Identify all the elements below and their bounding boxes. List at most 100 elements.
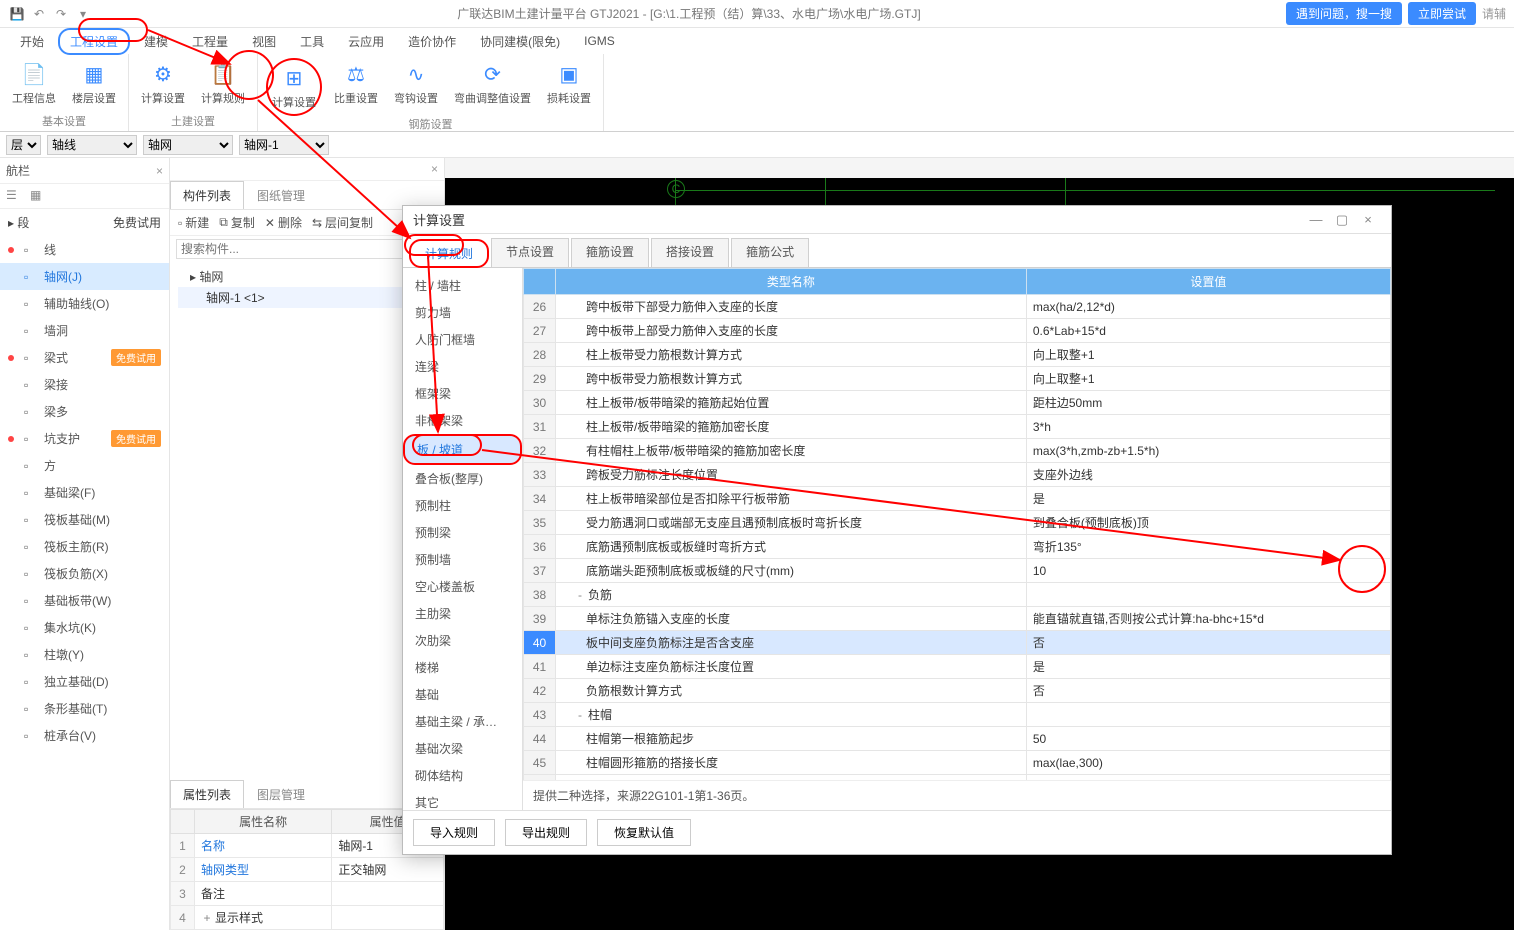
grid-icon[interactable]: ▦ <box>30 188 46 204</box>
rule-row[interactable]: 36底筋遇预制底板或板缝时弯折方式弯折135° <box>524 535 1391 559</box>
rule-row[interactable]: 39单标注负筋锚入支座的长度能直锚就直锚,否则按公式计算:ha-bhc+15*d <box>524 607 1391 631</box>
side-item[interactable]: 连梁 <box>403 353 522 380</box>
ribbon-比重设置[interactable]: ⚖比重设置 <box>330 58 382 116</box>
rule-row[interactable]: 31柱上板带/板带暗梁的箍筋加密长度3*h <box>524 415 1391 439</box>
close-icon[interactable]: × <box>156 164 163 178</box>
dialog-tab[interactable]: 计算规则 <box>409 239 489 268</box>
rule-row[interactable]: 27跨中板带上部受力筋伸入支座的长度0.6*Lab+15*d <box>524 319 1391 343</box>
toolbar-删除[interactable]: ✕删除 <box>265 214 302 231</box>
dialog-tab[interactable]: 箍筋公式 <box>731 238 809 267</box>
nav-category[interactable]: ▸ 段免费试用 <box>0 209 169 236</box>
tree-node[interactable]: ▸ 轴网 <box>178 266 436 287</box>
rule-row[interactable]: 42负筋根数计算方式否 <box>524 679 1391 703</box>
rule-row[interactable]: 44柱帽第一根箍筋起步50 <box>524 727 1391 751</box>
nav-item[interactable]: ▫线 <box>0 236 169 263</box>
nav-item[interactable]: ▫筏板负筋(X) <box>0 560 169 587</box>
side-item[interactable]: 柱 / 墙柱 <box>403 272 522 299</box>
side-item[interactable]: 砌体结构 <box>403 762 522 789</box>
menu-igms[interactable]: IGMS <box>574 31 625 51</box>
nav-item[interactable]: ▫柱墩(Y) <box>0 641 169 668</box>
side-item[interactable]: 预制柱 <box>403 492 522 519</box>
rule-row[interactable]: 37底筋端头距预制底板或板缝的尺寸(mm)10 <box>524 559 1391 583</box>
help-search-pill[interactable]: 遇到问题，搜一搜 <box>1286 2 1402 25</box>
tree-leaf[interactable]: 轴网-1 <1> <box>178 287 436 308</box>
ribbon-弯钩设置[interactable]: ∿弯钩设置 <box>390 58 442 116</box>
nav-item[interactable]: ▫辅助轴线(O) <box>0 290 169 317</box>
minimize-icon[interactable]: ― <box>1303 212 1329 227</box>
toolbar-新建[interactable]: ▫新建 <box>178 214 209 231</box>
toolbar-层间复制[interactable]: ⇆层间复制 <box>312 214 373 231</box>
side-item[interactable]: 其它 <box>403 789 522 810</box>
nav-item[interactable]: ▫桩承台(V) <box>0 722 169 749</box>
side-item[interactable]: 人防门框墙 <box>403 326 522 353</box>
ribbon-计算设置[interactable]: ⚙计算设置 <box>137 58 189 113</box>
maximize-icon[interactable]: ▢ <box>1329 212 1355 228</box>
side-item[interactable]: 叠合板(整厚) <box>403 465 522 492</box>
menu-modeling[interactable]: 建模 <box>134 30 178 53</box>
nav-item[interactable]: ▫梁多 <box>0 398 169 425</box>
nav-item[interactable]: ▫筏板基础(M) <box>0 506 169 533</box>
property-row[interactable]: 2轴网类型正交轴网 <box>171 858 444 882</box>
import-rules-button[interactable]: 导入规则 <box>413 819 495 846</box>
dialog-titlebar[interactable]: 计算设置 ― ▢ × <box>403 206 1391 234</box>
side-item[interactable]: 主肋梁 <box>403 600 522 627</box>
menu-cloud[interactable]: 云应用 <box>338 30 394 53</box>
rule-row[interactable]: 40板中间支座负筋标注是否含支座否 <box>524 631 1391 655</box>
try-now-button[interactable]: 立即尝试 <box>1408 2 1476 25</box>
side-item[interactable]: 预制梁 <box>403 519 522 546</box>
side-item[interactable]: 基础次梁 <box>403 735 522 762</box>
nav-item[interactable]: ▫基础梁(F) <box>0 479 169 506</box>
property-row[interactable]: 4+显示样式 <box>171 906 444 930</box>
side-item[interactable]: 楼梯 <box>403 654 522 681</box>
nav-item[interactable]: ▫基础板带(W) <box>0 587 169 614</box>
side-item[interactable]: 基础 <box>403 681 522 708</box>
nav-item[interactable]: ▫筏板主筋(R) <box>0 533 169 560</box>
floor-select[interactable]: 层 <box>6 135 41 155</box>
ribbon-损耗设置[interactable]: ▣损耗设置 <box>543 58 595 116</box>
tab-drawing-mgmt[interactable]: 图纸管理 <box>244 181 318 209</box>
rule-row[interactable]: 45柱帽圆形箍筋的搭接长度max(lae,300) <box>524 751 1391 775</box>
menu-view[interactable]: 视图 <box>242 30 286 53</box>
ribbon-计算设置[interactable]: ⊞计算设置 <box>266 58 322 116</box>
ribbon-楼层设置[interactable]: ▦楼层设置 <box>68 58 120 113</box>
grid-select[interactable]: 轴网 <box>143 135 233 155</box>
grid-instance-select[interactable]: 轴网-1 <box>239 135 329 155</box>
side-item[interactable]: 框架梁 <box>403 380 522 407</box>
qat-more-icon[interactable]: ▾ <box>74 5 92 23</box>
ribbon-弯曲调整值设置[interactable]: ⟳弯曲调整值设置 <box>450 58 535 116</box>
dialog-tab[interactable]: 箍筋设置 <box>571 238 649 267</box>
search-input[interactable] <box>176 239 438 259</box>
rule-row[interactable]: 35受力筋遇洞口或端部无支座且遇预制底板时弯折长度到叠合板(预制底板)顶 <box>524 511 1391 535</box>
nav-item[interactable]: ▫墙洞 <box>0 317 169 344</box>
rule-row[interactable]: 28柱上板带受力筋根数计算方式向上取整+1 <box>524 343 1391 367</box>
nav-item[interactable]: ▫梁接 <box>0 371 169 398</box>
dialog-tab[interactable]: 搭接设置 <box>651 238 729 267</box>
tab-layer-mgmt[interactable]: 图层管理 <box>244 780 318 808</box>
menu-project-settings[interactable]: 工程设置 <box>58 28 130 55</box>
rule-row[interactable]: 34柱上板带暗梁部位是否扣除平行板带筋是 <box>524 487 1391 511</box>
close-icon[interactable]: × <box>1355 212 1381 227</box>
nav-item[interactable]: ▫集水坑(K) <box>0 614 169 641</box>
menu-quantity[interactable]: 工程量 <box>182 30 238 53</box>
restore-defaults-button[interactable]: 恢复默认值 <box>597 819 691 846</box>
side-item[interactable]: 非框架梁 <box>403 407 522 434</box>
rule-row[interactable]: 41单边标注支座负筋标注长度位置是 <box>524 655 1391 679</box>
save-icon[interactable]: 💾 <box>8 5 26 23</box>
menu-cost[interactable]: 造价协作 <box>398 30 466 53</box>
rule-row[interactable]: 32有柱帽柱上板带/板带暗梁的箍筋加密长度max(3*h,zmb-zb+1.5*… <box>524 439 1391 463</box>
rule-row[interactable]: 30柱上板带/板带暗梁的箍筋起始位置距柱边50mm <box>524 391 1391 415</box>
nav-item[interactable]: ▫坑支护免费试用 <box>0 425 169 452</box>
rule-row[interactable]: 26跨中板带下部受力筋伸入支座的长度max(ha/2,12*d) <box>524 295 1391 319</box>
axis-type-select[interactable]: 轴线 <box>47 135 137 155</box>
nav-item[interactable]: ▫方 <box>0 452 169 479</box>
side-item[interactable]: 基础主梁 / 承… <box>403 708 522 735</box>
side-item[interactable]: 空心楼盖板 <box>403 573 522 600</box>
rule-row[interactable]: 43-柱帽 <box>524 703 1391 727</box>
menu-collab[interactable]: 协同建模(限免) <box>470 30 570 53</box>
nav-item[interactable]: ▫条形基础(T) <box>0 695 169 722</box>
redo-icon[interactable]: ↷ <box>52 5 70 23</box>
dialog-tab[interactable]: 节点设置 <box>491 238 569 267</box>
side-item[interactable]: 剪力墙 <box>403 299 522 326</box>
tab-component-list[interactable]: 构件列表 <box>170 181 244 209</box>
ribbon-工程信息[interactable]: 📄工程信息 <box>8 58 60 113</box>
